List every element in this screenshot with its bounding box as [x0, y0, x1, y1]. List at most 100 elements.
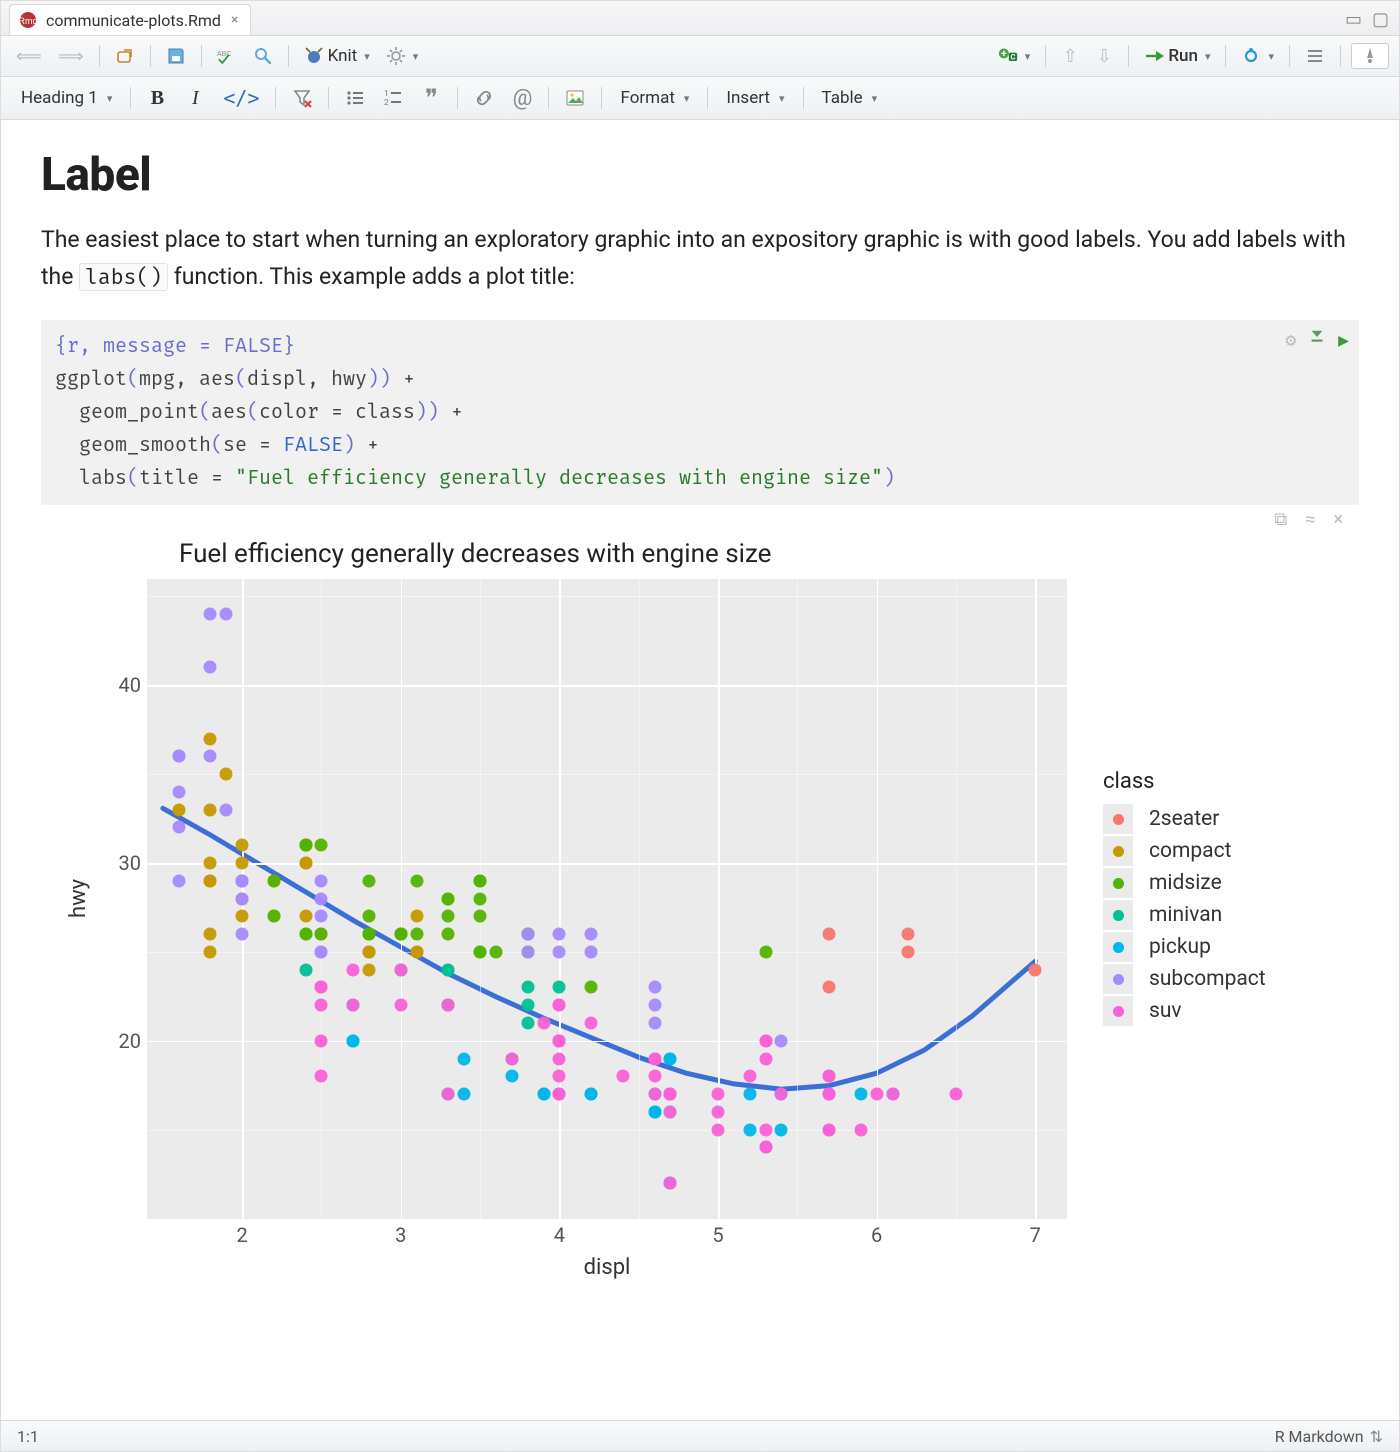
maximize-pane-icon[interactable]: ▢ — [1372, 11, 1389, 29]
clear-formatting-button[interactable] — [286, 85, 318, 111]
data-point — [585, 981, 598, 994]
data-point — [823, 981, 836, 994]
numbered-list-button[interactable]: 12 — [377, 85, 409, 111]
minimize-pane-icon[interactable]: ▭ — [1345, 11, 1362, 29]
legend-title: class — [1103, 769, 1266, 794]
italic-button[interactable]: I — [179, 84, 211, 113]
format-menu-label: Format — [620, 88, 674, 108]
publish-button[interactable]: ▾ — [1236, 43, 1279, 69]
spellcheck-button[interactable]: ABC — [212, 43, 242, 69]
block-format-picker[interactable]: Heading 1 ▾ — [13, 85, 120, 111]
bold-button[interactable]: B — [141, 84, 173, 113]
data-point — [553, 999, 566, 1012]
data-point — [712, 1123, 725, 1136]
chunk-options-button[interactable]: ⚙ — [1285, 326, 1296, 356]
link-button[interactable] — [468, 85, 500, 111]
data-point — [172, 874, 185, 887]
data-point — [315, 892, 328, 905]
output-clear-button[interactable]: × — [1333, 509, 1343, 530]
data-point — [823, 1123, 836, 1136]
show-in-new-window-button[interactable] — [110, 43, 140, 69]
numbered-list-icon: 12 — [383, 88, 403, 108]
data-point — [220, 768, 233, 781]
data-point — [363, 945, 376, 958]
data-point — [1029, 963, 1042, 976]
data-point — [410, 928, 423, 941]
blockquote-button[interactable]: ❞ — [415, 81, 447, 116]
output-popout-button[interactable]: ⧉ — [1274, 509, 1287, 530]
cursor-position[interactable]: 1:1 — [17, 1427, 39, 1446]
data-point — [315, 999, 328, 1012]
go-prev-chunk-button[interactable]: ⇧ — [1056, 43, 1084, 70]
back-button[interactable]: ⟸ — [11, 43, 47, 70]
insert-chunk-button[interactable]: +C ▾ — [993, 43, 1036, 69]
chevron-down-icon: ▾ — [1025, 50, 1031, 63]
data-point — [743, 1123, 756, 1136]
citation-button[interactable]: @ — [506, 83, 538, 114]
data-point — [474, 874, 487, 887]
code-button[interactable]: </> — [217, 83, 265, 113]
data-point — [442, 892, 455, 905]
document-body[interactable]: Label The easiest place to start when tu… — [1, 120, 1399, 1420]
insert-menu[interactable]: Insert ▾ — [718, 85, 792, 111]
data-point — [521, 981, 534, 994]
run-button[interactable]: Run ▾ — [1139, 43, 1215, 69]
data-point — [648, 1088, 661, 1101]
doc-heading: Label — [41, 148, 1359, 202]
data-point — [220, 803, 233, 816]
data-point — [204, 750, 217, 763]
data-point — [204, 857, 217, 870]
data-point — [315, 839, 328, 852]
code-chunk[interactable]: ⚙ ▶ {r, message = FALSE}ggplot(mpg, aes(… — [41, 320, 1359, 505]
forward-button[interactable]: ⟹ — [53, 43, 89, 70]
run-chunk-button[interactable]: ▶ — [1338, 326, 1349, 356]
close-tab-icon[interactable]: × — [229, 12, 240, 28]
data-point — [363, 874, 376, 887]
data-point — [172, 785, 185, 798]
image-button[interactable] — [559, 85, 591, 111]
legend-item: compact — [1103, 836, 1266, 866]
data-point — [743, 1070, 756, 1083]
format-menu[interactable]: Format ▾ — [612, 85, 697, 111]
data-point — [648, 981, 661, 994]
data-point — [442, 910, 455, 923]
data-point — [315, 1070, 328, 1083]
output-collapse-button[interactable]: ≈ — [1305, 509, 1315, 530]
data-point — [712, 1105, 725, 1118]
y-axis: 203040 — [97, 579, 147, 1219]
data-point — [363, 963, 376, 976]
code-body: {r, message = FALSE}ggplot(mpg, aes(disp… — [55, 330, 1345, 495]
table-menu[interactable]: Table ▾ — [814, 85, 886, 111]
filter-x-icon — [292, 88, 312, 108]
data-point — [474, 910, 487, 923]
bullet-list-button[interactable] — [339, 85, 371, 111]
data-point — [474, 945, 487, 958]
chevron-down-icon: ▾ — [1268, 50, 1274, 63]
save-button[interactable] — [161, 43, 191, 69]
run-above-button[interactable] — [1308, 326, 1326, 356]
chevron-down-icon: ▾ — [1205, 50, 1211, 63]
data-point — [664, 1177, 677, 1190]
legend-item: pickup — [1103, 932, 1266, 962]
data-point — [664, 1105, 677, 1118]
legend: class 2seatercompactmidsizeminivanpickup… — [1103, 769, 1266, 1028]
knit-button[interactable]: Knit ▾ — [299, 43, 375, 69]
abc-check-icon: ABC — [217, 46, 237, 66]
data-point — [410, 874, 423, 887]
data-point — [553, 1052, 566, 1065]
go-next-chunk-button[interactable]: ⇩ — [1090, 43, 1118, 70]
find-button[interactable] — [248, 43, 278, 69]
data-point — [505, 1070, 518, 1083]
visual-editor-button[interactable] — [1351, 43, 1389, 69]
chunk-settings-button[interactable]: ▾ — [381, 43, 424, 69]
file-type-picker[interactable]: R Markdown — [1275, 1427, 1364, 1446]
data-point — [267, 874, 280, 887]
file-tab[interactable]: Rmd communicate-plots.Rmd × — [9, 4, 251, 35]
data-point — [537, 1088, 550, 1101]
data-point — [759, 1052, 772, 1065]
status-bar: 1:1 R Markdown ⇅ — [1, 1420, 1399, 1451]
table-menu-label: Table — [822, 88, 863, 108]
data-point — [204, 661, 217, 674]
outline-button[interactable] — [1300, 43, 1330, 69]
data-point — [648, 1105, 661, 1118]
